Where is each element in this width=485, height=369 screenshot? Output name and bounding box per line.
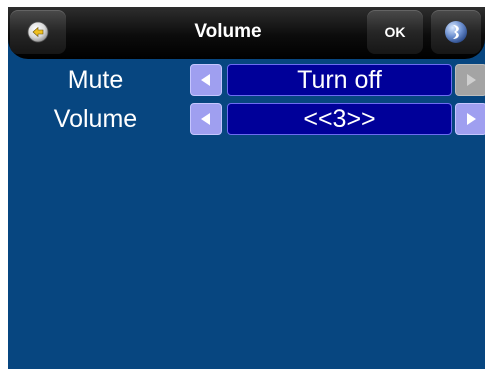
back-arrow-icon [27,21,49,43]
left-triangle-icon [201,74,210,86]
volume-screen: Volume OK Mute Turn off Volume <<3>> [8,7,485,369]
volume-value[interactable]: <<3>> [227,103,452,135]
right-triangle-icon [467,74,476,86]
volume-next-button[interactable] [455,103,485,135]
right-triangle-icon [467,113,476,125]
ok-button[interactable]: OK [367,10,423,54]
logo-button[interactable] [431,10,481,54]
left-triangle-icon [201,113,210,125]
mute-label: Mute [67,66,124,94]
mute-prev-button[interactable] [190,64,222,96]
volume-prev-button[interactable] [190,103,222,135]
page-title: Volume [194,21,262,42]
back-button[interactable] [10,10,66,54]
mute-value[interactable]: Turn off [227,64,452,96]
mute-next-button[interactable] [455,64,485,96]
ok-button-label: OK [384,24,406,40]
volume-label: Volume [53,105,138,133]
title-bar: Volume OK [8,7,485,59]
app-logo-icon [445,21,467,43]
